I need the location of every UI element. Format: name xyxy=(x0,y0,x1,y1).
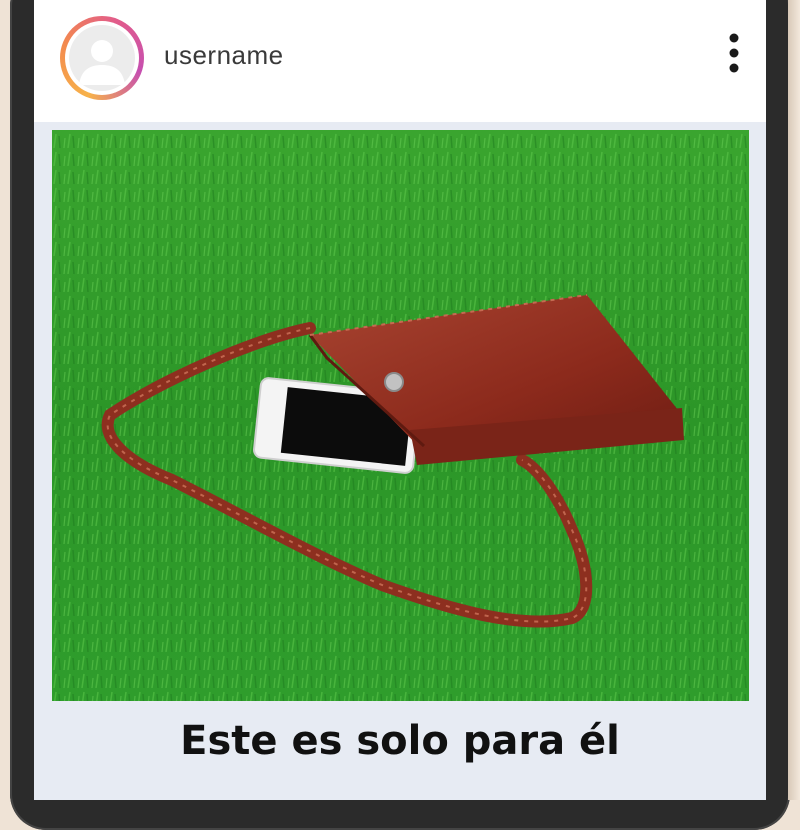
post-image xyxy=(52,130,749,701)
username[interactable]: username xyxy=(164,40,284,71)
phone-edge xyxy=(788,0,800,800)
default-avatar-icon xyxy=(69,25,135,91)
post-screen: username Este es solo para él xyxy=(34,0,766,800)
post-header: username xyxy=(34,0,766,122)
more-vertical-icon xyxy=(729,33,739,73)
post-body: Este es solo para él xyxy=(34,122,766,800)
post-caption: Este es solo para él xyxy=(180,718,620,764)
avatar[interactable] xyxy=(60,16,144,100)
more-options-button[interactable] xyxy=(722,28,746,84)
